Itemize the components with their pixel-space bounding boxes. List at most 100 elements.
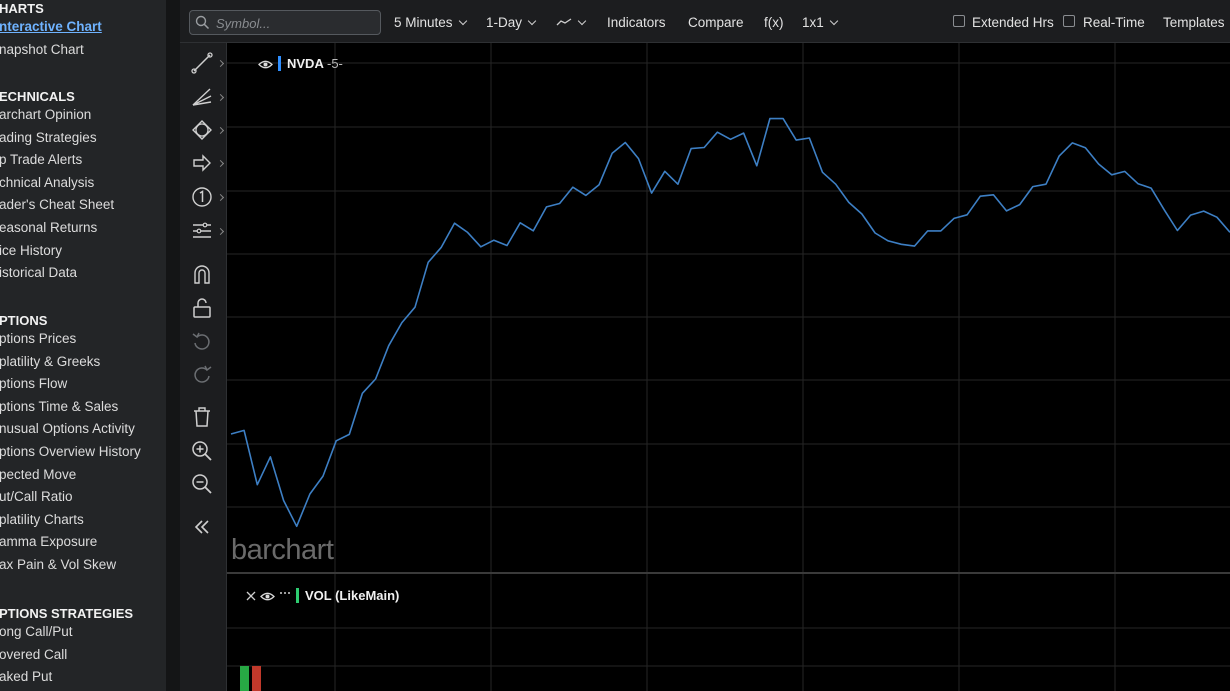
compare-button[interactable]: Compare [688, 15, 744, 30]
interval-label: 5 Minutes [394, 15, 453, 30]
sidebar-divider[interactable] [166, 0, 180, 691]
nav-item-volatility-greeks[interactable]: platility & Greeks [0, 354, 100, 369]
nav-item-volatility-charts[interactable]: platility Charts [0, 512, 84, 527]
range-dropdown[interactable]: 1-Day [486, 15, 537, 30]
nav-item-historical-data[interactable]: istorical Data [0, 265, 77, 280]
collapse-icon [194, 520, 209, 534]
more-options-icon[interactable] [279, 590, 291, 596]
nav-item-trader-s-cheat-sheet[interactable]: ader's Cheat Sheet [0, 197, 114, 212]
series-color-marker [278, 56, 281, 71]
volume-bar [252, 666, 261, 691]
nav-item-naked-put[interactable]: aked Put [0, 669, 52, 684]
chevron-down-icon [577, 16, 587, 26]
volume-label: VOL (LikeMain) [305, 588, 400, 603]
barchart-watermark: barchart [231, 534, 334, 566]
fibonacci-tool[interactable] [190, 85, 214, 109]
close-icon[interactable] [246, 591, 256, 601]
eye-icon[interactable] [258, 59, 273, 70]
chevron-down-icon [527, 16, 537, 26]
layout-dropdown[interactable]: 1x1 [802, 15, 839, 30]
zoom-in-tool[interactable] [190, 439, 214, 463]
volume-legend: VOL (LikeMain) [246, 588, 399, 603]
undo-tool[interactable] [190, 329, 214, 353]
nav-item-options-prices[interactable]: ptions Prices [0, 331, 76, 346]
nav-section-title: ECHNICALS [0, 89, 75, 104]
volume-bar [240, 666, 249, 691]
submenu-arrow-icon[interactable] [216, 159, 225, 168]
nav-item-unusual-options-activity[interactable]: nusual Options Activity [0, 421, 135, 436]
collapse-tool[interactable] [190, 515, 214, 539]
nav-section-title: PTIONS [0, 313, 48, 328]
chart-toolbar: 5 Minutes 1-Day Indicators Compare f(x) … [180, 0, 1230, 43]
magnet-icon [194, 265, 210, 284]
zoom-in-icon [192, 441, 212, 461]
symbol-interval-suffix: -5- [326, 56, 343, 71]
price-line [230, 117, 1230, 528]
nav-section-title: HARTS [0, 1, 44, 16]
arrow-tool[interactable] [190, 151, 214, 175]
shape-icon [192, 120, 212, 140]
chevron-down-icon [829, 16, 839, 26]
nav-item-covered-call[interactable]: overed Call [0, 647, 67, 662]
search-icon [195, 15, 210, 30]
real-time-label[interactable]: Real-Time [1083, 15, 1145, 30]
lines-tool[interactable] [190, 219, 214, 243]
nav-item-max-pain-vol-skew[interactable]: ax Pain & Vol Skew [0, 557, 116, 572]
nav-item-long-call-put[interactable]: ong Call/Put [0, 624, 73, 639]
fibonacci-icon [192, 88, 212, 106]
redo-tool[interactable] [190, 362, 214, 386]
submenu-arrow-icon[interactable] [216, 59, 225, 68]
indicators-button[interactable]: Indicators [607, 15, 666, 30]
nav-item-seasonal-returns[interactable]: easonal Returns [0, 220, 97, 235]
undo-icon [192, 332, 210, 350]
unlock-tool[interactable] [190, 296, 214, 320]
symbol-search-box[interactable] [189, 10, 381, 35]
eye-icon[interactable] [260, 591, 275, 602]
volume-color-marker [296, 588, 299, 603]
line-chart-icon [556, 18, 572, 26]
symbol-label: NVDA [287, 56, 324, 71]
submenu-arrow-icon[interactable] [216, 193, 225, 202]
templates-button[interactable]: Templates [1163, 15, 1225, 30]
trendline-icon [191, 52, 213, 74]
number-marker-icon [192, 187, 212, 207]
extended-hrs-checkbox[interactable] [953, 15, 965, 27]
zoom-out-tool[interactable] [190, 472, 214, 496]
lines-icon [193, 222, 211, 238]
nav-item-snapshot-chart[interactable]: napshot Chart [0, 42, 84, 57]
redo-icon [194, 365, 212, 383]
trendline-tool[interactable] [190, 51, 214, 75]
symbol-input[interactable] [214, 13, 378, 34]
magnet-tool[interactable] [190, 262, 214, 286]
interval-dropdown[interactable]: 5 Minutes [394, 15, 467, 30]
nav-item-trading-strategies[interactable]: ading Strategies [0, 130, 97, 145]
submenu-arrow-icon[interactable] [216, 93, 225, 102]
chart-area[interactable]: NVDA -5- VOL (LikeMain) barchart [227, 43, 1230, 691]
main-series-legend: NVDA -5- [258, 56, 343, 71]
nav-item-options-time-sales[interactable]: ptions Time & Sales [0, 399, 118, 414]
submenu-arrow-icon[interactable] [216, 126, 225, 135]
function-button[interactable]: f(x) [764, 15, 784, 30]
nav-item-price-history[interactable]: ice History [0, 243, 62, 258]
sidebar-nav: HARTS nteractive Chart napshot Chart ECHNIC… [0, 0, 167, 691]
nav-item-technical-analysis[interactable]: chnical Analysis [0, 175, 94, 190]
real-time-checkbox[interactable] [1063, 15, 1075, 27]
unlock-icon [193, 298, 211, 318]
nav-item-expected-move[interactable]: pected Move [0, 467, 76, 482]
trash-tool[interactable] [190, 405, 214, 429]
chevron-down-icon [458, 16, 467, 26]
nav-item-barchart-opinion[interactable]: archart Opinion [0, 107, 91, 122]
nav-item-options-overview-history[interactable]: ptions Overview History [0, 444, 141, 459]
number-marker-tool[interactable] [190, 185, 214, 209]
extended-hrs-label[interactable]: Extended Hrs [972, 15, 1054, 30]
zoom-out-icon [192, 474, 212, 494]
nav-item-gamma-exposure[interactable]: amma Exposure [0, 534, 97, 549]
chart-type-dropdown[interactable] [556, 15, 587, 30]
nav-item-top-trade-alerts[interactable]: p Trade Alerts [0, 152, 82, 167]
nav-section-title: PTIONS STRATEGIES [0, 606, 134, 621]
nav-item-options-flow[interactable]: ptions Flow [0, 376, 67, 391]
shape-tool[interactable] [190, 118, 214, 142]
nav-item-put-call-ratio[interactable]: ut/Call Ratio [0, 489, 73, 504]
submenu-arrow-icon[interactable] [216, 227, 225, 236]
nav-item-interactive-chart[interactable]: nteractive Chart [0, 19, 102, 34]
